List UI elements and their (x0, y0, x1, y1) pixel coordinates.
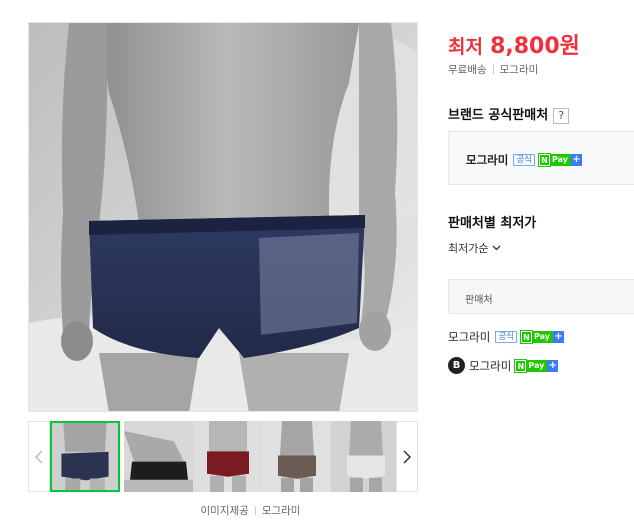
thumbnail-image (52, 423, 118, 490)
seller-table-header: 판매처 (448, 279, 634, 314)
shipping-text: 무료배송 (448, 64, 487, 76)
sort-dropdown[interactable]: 최저가순 (448, 240, 501, 256)
npay-plus-icon: + (547, 359, 559, 372)
thumbnail-5[interactable] (331, 421, 401, 492)
npay-badge: N Pay + (519, 330, 564, 344)
thumbnail-2[interactable] (124, 421, 194, 492)
sellers-heading: 판매처별 최저가 (448, 216, 537, 231)
thumbnail-prev-button[interactable] (28, 421, 50, 492)
npay-logo-icon: N (537, 153, 551, 167)
chevron-right-icon (403, 449, 411, 464)
price-label: 최저 (448, 36, 483, 58)
main-product-image[interactable] (28, 22, 418, 412)
divider (492, 65, 494, 74)
thumbnail-1[interactable] (50, 421, 120, 492)
npay-logo-icon: N (514, 358, 528, 373)
thumbnail-image (193, 421, 263, 492)
npay-pay-label: Pay (526, 359, 548, 372)
seller-list-item[interactable]: 모그라미 공식 N Pay + (448, 329, 564, 345)
product-photo (29, 23, 417, 411)
official-badge: 공식 (495, 331, 517, 343)
seller-list-item[interactable]: B 모그라미 N Pay + (448, 357, 559, 374)
seller-name[interactable]: 모그라미 (469, 358, 511, 374)
price-value: 8,800원 (490, 34, 580, 59)
image-credit: 이미지제공 모그라미 (28, 503, 473, 518)
image-credit-label: 이미지제공 (200, 505, 249, 517)
help-icon[interactable]: ? (553, 108, 570, 124)
price-block: 최저 8,800원 (448, 28, 580, 60)
seller-name[interactable]: 모그라미 (448, 329, 490, 345)
npay-badge: N Pay + (537, 153, 582, 167)
brand-b-icon: B (448, 357, 465, 374)
thumbnail-image (124, 421, 194, 492)
image-credit-source: 모그라미 (261, 505, 301, 517)
brand-store-card[interactable]: 모그라미 공식 N Pay + (448, 131, 634, 185)
sort-label: 최저가순 (448, 242, 489, 255)
chevron-down-icon (493, 245, 501, 251)
npay-logo-icon: N (519, 330, 533, 344)
divider (254, 506, 256, 515)
npay-pay-label: Pay (549, 154, 571, 166)
brand-store-title: 브랜드 공식판매처 (448, 108, 549, 123)
thumbnail-4[interactable] (262, 421, 332, 492)
thumbnail-image (262, 421, 332, 492)
npay-plus-icon: + (570, 154, 582, 166)
official-badge: 공식 (513, 154, 535, 166)
npay-pay-label: Pay (531, 331, 553, 343)
shipping-seller: 모그라미 (499, 64, 539, 76)
thumbnail-strip (28, 421, 418, 492)
chevron-left-icon (35, 449, 43, 464)
thumbnail-3[interactable] (193, 421, 263, 492)
seller-name[interactable]: 모그라미 (466, 152, 508, 168)
thumbnail-image (331, 421, 401, 492)
seller-column-header: 판매처 (465, 295, 493, 306)
thumbnail-next-button[interactable] (396, 421, 418, 492)
brand-store-heading: 브랜드 공식판매처? (448, 104, 570, 124)
npay-plus-icon: + (552, 331, 564, 343)
shipping-info: 무료배송 모그라미 (448, 62, 538, 77)
brand-seller-row[interactable]: 모그라미 공식 N Pay + (466, 152, 582, 168)
npay-badge: N Pay + (514, 358, 559, 373)
